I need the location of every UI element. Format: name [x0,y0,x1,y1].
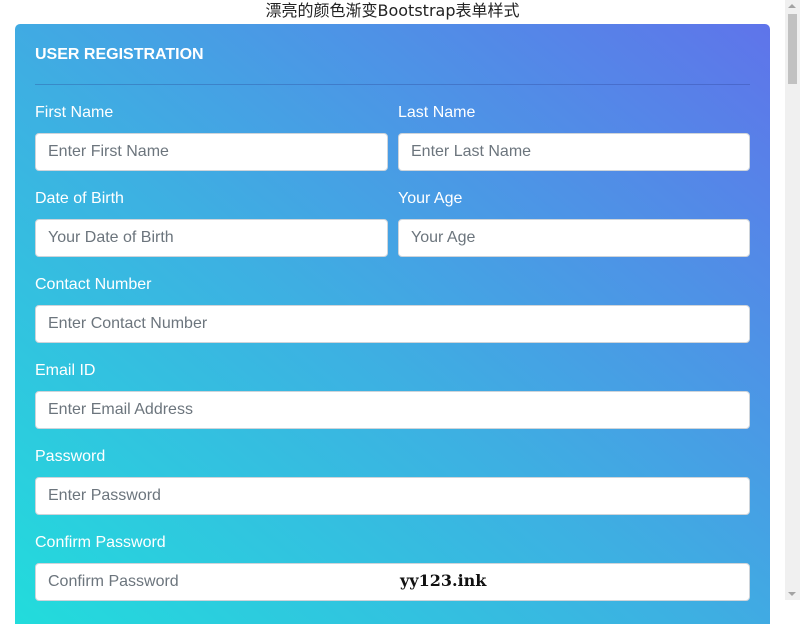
dob-label: Date of Birth [35,190,124,207]
email-input[interactable] [35,391,750,429]
contact-label: Contact Number [35,276,152,293]
age-label: Your Age [398,190,463,207]
last-name-input[interactable] [398,133,750,171]
registration-card: USER REGISTRATION First Name Last Name D… [15,24,770,624]
first-name-label: First Name [35,104,114,121]
last-name-label: Last Name [398,104,476,121]
form-title: USER REGISTRATION [35,46,204,63]
scroll-thumb[interactable] [788,14,797,84]
page-title: 漂亮的颜色渐变Bootstrap表单样式 [265,1,520,20]
confirm-password-label: Confirm Password [35,534,166,551]
scroll-up-icon[interactable] [788,4,796,8]
password-input[interactable] [35,477,750,515]
first-name-input[interactable] [35,133,388,171]
divider [35,84,750,85]
email-label: Email ID [35,362,96,379]
watermark: yy123.ink [400,571,487,590]
contact-input[interactable] [35,305,750,343]
age-input[interactable] [398,219,750,257]
password-label: Password [35,448,106,465]
scrollbar[interactable] [785,0,800,600]
dob-input[interactable] [35,219,388,257]
confirm-password-input[interactable] [35,563,750,601]
scroll-down-icon[interactable] [788,592,796,596]
